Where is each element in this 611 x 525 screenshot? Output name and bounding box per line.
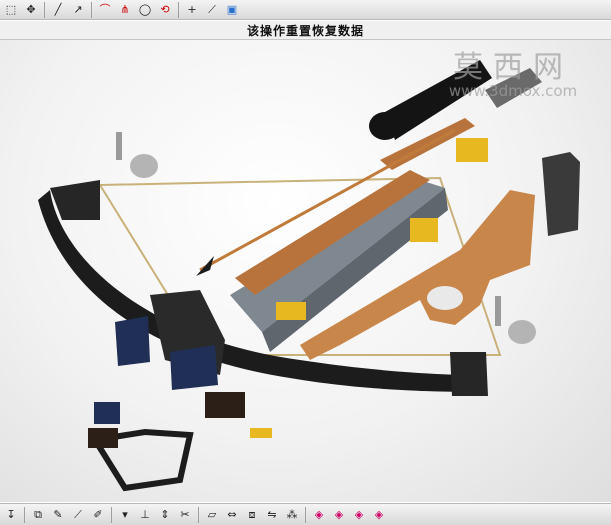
gold-block-3 [276,302,306,320]
constraint-icon[interactable]: ⊥ [136,506,154,523]
limb-tip-right [450,352,488,396]
rotate-icon[interactable]: ⟲ [156,1,174,18]
mirror-icon[interactable]: ⇋ [263,506,281,523]
dialog-title: 该操作重置恢复数据 [246,23,364,38]
scope-cap [485,68,542,108]
arrow-tip [196,256,214,276]
circle-icon[interactable]: ◯ [136,1,154,18]
arc-icon[interactable]: ⌒ [96,1,114,18]
line-icon[interactable]: ╱ [49,1,67,18]
pen-icon[interactable]: ✎ [49,506,67,523]
plane-icon[interactable]: ▱ [203,506,221,523]
offset-icon[interactable]: ⧈ [243,506,261,523]
toolbar-separator [198,506,199,523]
view-top-icon[interactable]: ◈ [330,506,348,523]
bottom-toolbar: ↧ ⧉ ✎ ⟋ ✐ ▾ ⊥ ⇕ ✂ ▱ ⇔ ⧈ ⇋ ⁂ ◈ ◈ ◈ ◈ [0,503,611,525]
latch-block [88,428,118,448]
point-icon[interactable]: + [183,1,201,18]
pin-right [495,296,501,326]
tangent-icon[interactable]: ⟋ [203,1,221,18]
bracket-navy-2 [170,345,218,390]
pin-left [116,132,122,160]
barrel [230,180,445,332]
dimension-icon[interactable]: ⇕ [156,506,174,523]
3d-viewport[interactable]: 莫西网 www.3dmox.com [0,40,611,502]
gold-block-1 [456,138,488,162]
top-toolbar: ⬚ ✥ ╱ ↗ ⌒ ⋔ ◯ ⟲ + ⟋ ▣ [0,0,611,20]
stock-grip-hole [427,286,463,310]
toolbar-separator [91,1,92,18]
cube-icon[interactable]: ▣ [223,1,241,18]
branch-icon[interactable]: ⋔ [116,1,134,18]
magazine [542,152,580,236]
toolbar-separator [111,506,112,523]
limb-tip-left [50,180,100,220]
crossbow-exploded-model [38,60,580,492]
dialog-title-bar: 该操作重置恢复数据 [0,21,611,40]
vector-icon[interactable]: ⟋ [69,506,87,523]
scope-body [385,60,492,140]
view-right-icon[interactable]: ◈ [350,506,368,523]
snap-icon[interactable]: ✥ [22,1,40,18]
pattern-icon[interactable]: ⁂ [283,506,301,523]
layer-icon[interactable]: ⧉ [29,506,47,523]
gold-block-2 [410,218,438,242]
pulley-left [130,154,158,178]
arrow-dropdown-icon[interactable]: ▾ [116,506,134,523]
toolbar-separator [178,1,179,18]
safety-block [94,402,120,424]
align-icon[interactable]: ⇔ [223,506,241,523]
toolbar-separator [24,506,25,523]
probe-icon[interactable]: ↗ [69,1,87,18]
trigger-bolt [250,428,272,438]
bracket-navy-1 [115,316,150,366]
arrow-icon[interactable]: ↧ [2,506,20,523]
pulley-right [508,320,536,344]
sketch-icon[interactable]: ✐ [89,506,107,523]
toolbar-separator [305,506,306,523]
trim-icon[interactable]: ✂ [176,506,194,523]
toolbar-separator [44,1,45,18]
select-icon[interactable]: ⬚ [2,1,20,18]
view-front-icon[interactable]: ◈ [310,506,328,523]
view-iso-icon[interactable]: ◈ [370,506,388,523]
trigger-housing [205,392,245,418]
